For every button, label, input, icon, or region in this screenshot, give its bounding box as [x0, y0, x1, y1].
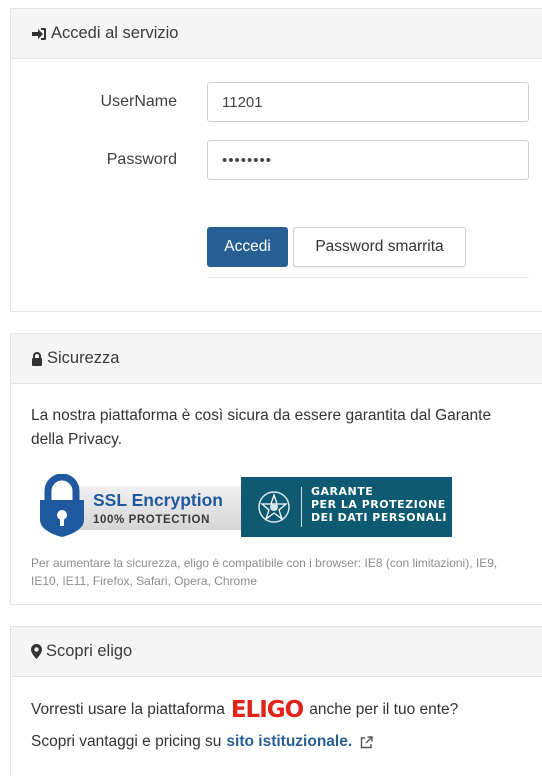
eligo-logo: ELIGO: [230, 697, 304, 723]
garante-text: GARANTE PER LA PROTEZIONE DEI DATI PERSO…: [311, 485, 447, 524]
ssl-subtitle: 100% PROTECTION: [93, 514, 210, 526]
lock-icon: [31, 351, 43, 366]
login-button[interactable]: Accedi: [207, 227, 288, 267]
ssl-encryption-badge: SSL Encryption 100% PROTECTION: [35, 474, 255, 538]
map-marker-icon: [31, 644, 42, 659]
username-label: UserName: [100, 93, 177, 110]
eligo-intro-before: Vorresti usare la piattaforma: [31, 701, 225, 718]
garante-line-3: DEI DATI PERSONALI: [311, 511, 447, 524]
eligo-pricing-before: Scopri vantaggi e pricing su: [31, 733, 222, 750]
security-panel: Sicurezza La nostra piattaforma è così s…: [10, 333, 542, 605]
ssl-padlock-icon: [40, 474, 84, 537]
sign-in-icon: [31, 27, 47, 41]
login-panel: Accedi al servizio UserName Password Acc…: [10, 8, 542, 312]
eligo-intro-line: Vorresti usare la piattaforma ELIGO anch…: [31, 697, 458, 723]
username-input[interactable]: [207, 82, 529, 122]
eligo-pricing-line: Scopri vantaggi e pricing su sito istitu…: [31, 733, 373, 751]
eligo-panel: Scopri eligo Vorresti usare la piattafor…: [10, 626, 542, 776]
institutional-site-link[interactable]: sito istituzionale.: [226, 733, 352, 751]
forgot-password-button[interactable]: Password smarrita: [293, 227, 466, 267]
security-title: Sicurezza: [47, 349, 120, 367]
password-input[interactable]: [207, 140, 529, 180]
form-divider: [207, 277, 529, 278]
browser-compatibility-note: Per aumentare la sicurezza, eligo è comp…: [31, 556, 498, 588]
login-title: Accedi al servizio: [51, 24, 179, 42]
password-label: Password: [106, 151, 177, 168]
security-panel-header: Sicurezza: [11, 334, 542, 384]
garante-separator: [301, 487, 302, 527]
eligo-panel-header: Scopri eligo: [11, 627, 542, 677]
username-row: UserName: [11, 82, 542, 122]
eligo-title: Scopri eligo: [46, 642, 133, 660]
garante-privacy-badge: GARANTE PER LA PROTEZIONE DEI DATI PERSO…: [241, 477, 452, 537]
garante-line-2: PER LA PROTEZIONE: [311, 498, 446, 511]
eligo-intro-after: anche per il tuo ente?: [309, 701, 459, 718]
garante-line-1: GARANTE: [311, 485, 374, 498]
external-link-icon[interactable]: [360, 735, 373, 749]
garante-emblem-icon: [258, 491, 290, 523]
security-text: La nostra piattaforma è così sicura da e…: [31, 407, 492, 448]
login-panel-header: Accedi al servizio: [11, 9, 542, 59]
password-row: Password: [11, 140, 542, 180]
ssl-title: SSL Encryption: [93, 490, 223, 510]
